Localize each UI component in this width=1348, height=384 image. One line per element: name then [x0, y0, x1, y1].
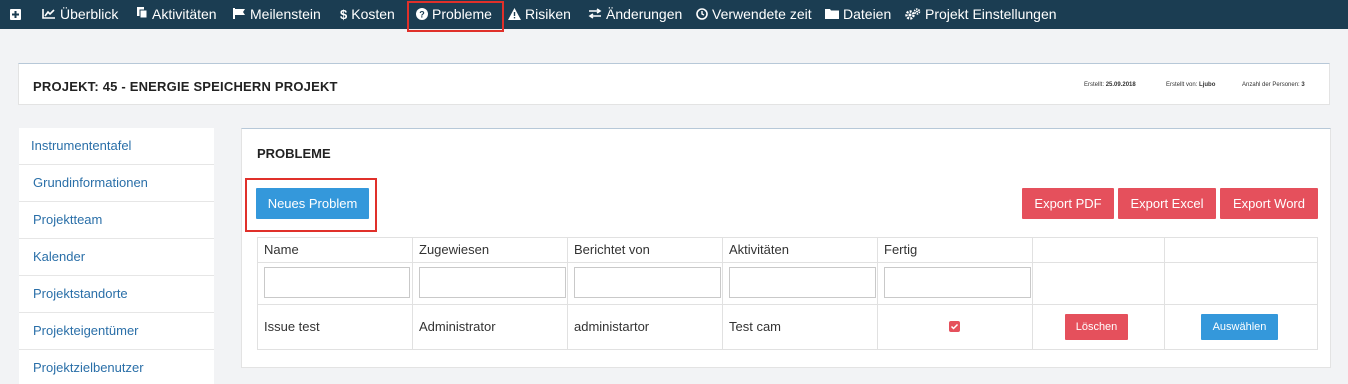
done-checkbox[interactable] — [949, 321, 960, 332]
filter-fertig-input[interactable] — [884, 267, 1031, 298]
nav-label: Risiken — [525, 6, 571, 22]
flag-icon — [233, 1, 246, 29]
nav-label: Projekt Einstellungen — [925, 6, 1057, 22]
sidebar-item-projekteigentuemer[interactable]: Projekteigentümer — [19, 313, 214, 350]
nav-label: Überblick — [60, 6, 119, 22]
filter-berichtet-von-input[interactable] — [574, 267, 721, 298]
nav-projekt-einstellungen[interactable]: Projekt Einstellungen — [905, 0, 1057, 29]
column-header-select — [1164, 238, 1318, 263]
line-chart-icon — [42, 1, 56, 29]
nav-kosten[interactable]: $ Kosten — [340, 0, 395, 29]
nav-label: Verwendete zeit — [712, 6, 812, 22]
filter-cell — [567, 263, 722, 305]
table-row: Issue test Administrator administartor T… — [257, 305, 1318, 350]
dollar-icon: $ — [340, 7, 348, 22]
person-count: Anzahl der Personen: 3 — [1242, 82, 1305, 88]
nav-label: Dateien — [843, 6, 892, 22]
exchange-icon — [588, 1, 602, 29]
nav-dateien[interactable]: Dateien — [825, 0, 891, 29]
cell-name: Issue test — [257, 305, 412, 349]
sidebar-item-projektzielbenutzer[interactable]: Projektzielbenutzer — [19, 350, 214, 384]
column-header-berichtet-von[interactable]: Berichtet von — [567, 238, 722, 263]
sidebar-item-projektstandorte[interactable]: Projektstandorte — [19, 276, 214, 313]
question-circle-icon: ? — [416, 1, 428, 29]
sidebar-item-kalender[interactable]: Kalender — [19, 239, 214, 276]
cell-fertig — [877, 305, 1032, 349]
clock-icon — [696, 1, 708, 29]
filter-cell — [722, 263, 877, 305]
issues-panel: PROBLEME Neues Problem Export PDF Export… — [241, 128, 1331, 368]
sidebar-item-projektteam[interactable]: Projektteam — [19, 202, 214, 239]
filter-row — [257, 263, 1318, 305]
export-pdf-button[interactable]: Export PDF — [1022, 188, 1114, 219]
warning-icon — [508, 1, 521, 29]
created-by: Erstellt von: Ljubo — [1166, 82, 1216, 88]
nav-label: Aktivitäten — [152, 6, 217, 22]
column-header-name[interactable]: Name — [257, 238, 412, 263]
nav-label: Probleme — [432, 6, 492, 22]
top-navigation: Überblick Aktivitäten Meilenstein $ Koste… — [0, 0, 1348, 32]
panel-title: PROBLEME — [257, 146, 331, 161]
export-word-button[interactable]: Export Word — [1220, 188, 1318, 219]
column-header-fertig[interactable]: Fertig — [877, 238, 1032, 263]
created-date: Erstellt: 25.09.2018 — [1084, 82, 1136, 88]
cell-aktivitaeten: Test cam — [722, 305, 877, 349]
column-header-zugewiesen[interactable]: Zugewiesen — [412, 238, 567, 263]
filter-name-input[interactable] — [264, 267, 410, 298]
cell-select: Auswählen — [1164, 305, 1318, 349]
filter-cell — [257, 263, 412, 305]
nav-aenderungen[interactable]: Änderungen — [588, 0, 682, 29]
sidebar-item-instrumententafel[interactable]: Instrumententafel — [19, 128, 214, 165]
filter-aktivitaeten-input[interactable] — [729, 267, 876, 298]
filter-cell — [1032, 263, 1164, 305]
plus-square-icon — [10, 9, 21, 20]
filter-cell — [412, 263, 567, 305]
nav-label: Kosten — [351, 6, 395, 22]
column-header-delete — [1032, 238, 1164, 263]
cell-zugewiesen: Administrator — [412, 305, 567, 349]
nav-ueberblick[interactable]: Überblick — [42, 0, 118, 29]
nav-meilenstein[interactable]: Meilenstein — [233, 0, 321, 29]
column-header-aktivitaeten[interactable]: Aktivitäten — [722, 238, 877, 263]
table-header: Name Zugewiesen Berichtet von Aktivitäte… — [257, 237, 1318, 263]
cogs-icon — [905, 1, 921, 29]
select-button[interactable]: Auswählen — [1201, 314, 1278, 340]
nav-label: Meilenstein — [250, 6, 321, 22]
delete-button[interactable]: Löschen — [1065, 314, 1128, 340]
project-sidebar: Instrumententafel Grundinformationen Pro… — [19, 128, 214, 384]
filter-cell — [877, 263, 1032, 305]
sidebar-item-grundinformationen[interactable]: Grundinformationen — [19, 165, 214, 202]
nav-label: Änderungen — [606, 6, 683, 22]
file-copy-icon — [136, 1, 148, 29]
new-problem-button[interactable]: Neues Problem — [256, 188, 369, 219]
cell-delete: Löschen — [1032, 305, 1164, 349]
folder-icon — [825, 1, 839, 29]
nav-risiken[interactable]: Risiken — [508, 0, 571, 29]
svg-text:?: ? — [419, 10, 425, 20]
filter-zugewiesen-input[interactable] — [419, 267, 566, 298]
cell-berichtet-von: administartor — [567, 305, 722, 349]
nav-verwendete-zeit[interactable]: Verwendete zeit — [696, 0, 812, 29]
filter-cell — [1164, 263, 1318, 305]
nav-probleme[interactable]: ? Probleme — [416, 0, 492, 29]
project-header: PROJEKT: 45 - ENERGIE SPEICHERN PROJEKT … — [18, 63, 1330, 105]
export-excel-button[interactable]: Export Excel — [1118, 188, 1216, 219]
add-project-button[interactable] — [10, 0, 25, 29]
project-title: PROJEKT: 45 - ENERGIE SPEICHERN PROJEKT — [33, 79, 338, 94]
nav-aktivitaeten[interactable]: Aktivitäten — [136, 0, 217, 29]
